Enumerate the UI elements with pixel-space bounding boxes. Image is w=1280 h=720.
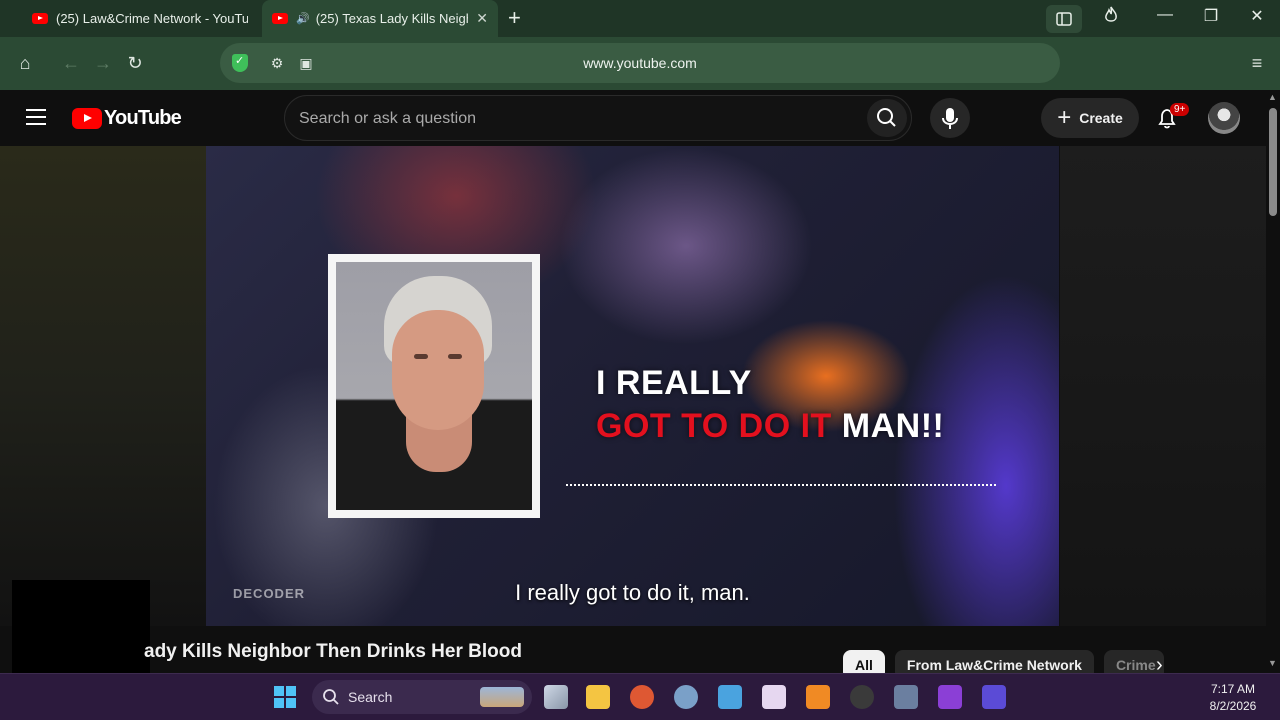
- browser-tab-bar: (25) Law&Crime Network - YouTube 🔊 (25) …: [0, 0, 1280, 37]
- create-button[interactable]: + Create: [1041, 98, 1139, 138]
- youtube-logo-icon: [72, 108, 102, 129]
- scrollbar-thumb[interactable]: [1269, 108, 1277, 216]
- overlay-dotted-line: [566, 484, 996, 486]
- search-input[interactable]: Search or ask a question: [284, 95, 912, 141]
- obs-icon[interactable]: [850, 685, 874, 709]
- flame-icon[interactable]: [1098, 6, 1124, 29]
- address-bar[interactable]: ⚙ ▣ www.youtube.com: [220, 43, 1060, 83]
- youtube-favicon-icon: [32, 13, 48, 24]
- app-icon[interactable]: [982, 685, 1006, 709]
- search-placeholder: Search or ask a question: [299, 110, 476, 127]
- search-highlight-image: [480, 687, 524, 707]
- clock-time: 7:17 AM: [1210, 682, 1256, 696]
- tab-lawcrime[interactable]: (25) Law&Crime Network - YouTube: [22, 0, 258, 37]
- overlay-text-line2: GOT TO DO IT MAN!!: [596, 407, 944, 446]
- url-text: www.youtube.com: [583, 55, 697, 71]
- overlay-red-text: GOT TO DO IT: [596, 407, 832, 445]
- plus-icon: +: [1057, 104, 1072, 131]
- task-view-icon[interactable]: [544, 685, 568, 709]
- guide-menu-icon[interactable]: [26, 109, 46, 125]
- calculator-icon[interactable]: [894, 685, 918, 709]
- search-icon: [877, 108, 896, 127]
- new-tab-icon[interactable]: +: [508, 5, 521, 31]
- page-scrollbar[interactable]: ▲ ▼: [1266, 90, 1280, 673]
- restore-icon[interactable]: ❐: [1198, 6, 1224, 26]
- ambient-glow-right: [1060, 146, 1266, 626]
- sidebar-icon: [1056, 12, 1072, 26]
- minimize-icon[interactable]: —: [1152, 6, 1178, 24]
- search-icon: [323, 689, 339, 705]
- mugshot-image: [328, 254, 540, 518]
- taskbar: Search 7:17 AM 8/2/2026: [0, 673, 1280, 720]
- clipchamp-icon[interactable]: [938, 685, 962, 709]
- notification-badge: 9+: [1170, 103, 1190, 116]
- sidebar-toggle-button[interactable]: [1046, 5, 1082, 33]
- video-player[interactable]: I REALLY GOT TO DO IT MAN!! DECODER I re…: [206, 146, 1059, 626]
- browser-nav-bar: ⌂ ← → ↻ ⚙ ▣ www.youtube.com ≡: [0, 37, 1280, 90]
- create-label: Create: [1079, 110, 1123, 126]
- close-window-icon[interactable]: ✕: [1244, 6, 1270, 26]
- paint-icon[interactable]: [762, 685, 786, 709]
- avatar[interactable]: [1208, 102, 1240, 134]
- taskbar-search-label: Search: [348, 689, 393, 705]
- scroll-down-icon[interactable]: ▼: [1268, 658, 1277, 668]
- forward-icon[interactable]: →: [92, 52, 114, 74]
- scroll-up-icon[interactable]: ▲: [1268, 92, 1277, 102]
- settings-gear-icon[interactable]: [674, 685, 698, 709]
- overlay-text-line1: I REALLY: [596, 364, 752, 402]
- reload-icon[interactable]: ↻: [124, 52, 146, 74]
- audio-playing-icon[interactable]: 🔊: [296, 12, 310, 25]
- tab-title: (25) Texas Lady Kills Neighbor: [315, 11, 469, 26]
- duckduckgo-browser-icon[interactable]: [630, 685, 654, 709]
- tab-title: (25) Law&Crime Network - YouTube: [56, 11, 248, 26]
- microphone-icon: [942, 108, 958, 129]
- fl-studio-icon[interactable]: [806, 685, 830, 709]
- youtube-logo[interactable]: YouTube: [72, 107, 182, 130]
- ambient-glow-left: [0, 146, 206, 626]
- video-caption: I really got to do it, man.: [515, 580, 750, 605]
- windows-start-icon[interactable]: [274, 686, 296, 708]
- youtube-header: YouTube Search or ask a question + Creat…: [0, 90, 1266, 146]
- voice-search-button[interactable]: [930, 98, 970, 138]
- taskbar-clock[interactable]: 7:17 AM 8/2/2026: [1200, 681, 1266, 715]
- taskbar-search[interactable]: Search: [312, 680, 532, 714]
- close-tab-icon[interactable]: ✕: [476, 10, 488, 27]
- menu-icon[interactable]: ≡: [1246, 52, 1268, 74]
- home-icon[interactable]: ⌂: [14, 52, 36, 74]
- search-button[interactable]: [867, 99, 907, 137]
- notepad-icon[interactable]: [718, 685, 742, 709]
- file-explorer-icon[interactable]: [586, 685, 610, 709]
- tab-texas-lady[interactable]: 🔊 (25) Texas Lady Kills Neighbor ✕: [262, 0, 498, 37]
- youtube-logo-text: YouTube: [104, 107, 182, 129]
- watch-page: I REALLY GOT TO DO IT MAN!! DECODER I re…: [0, 146, 1266, 720]
- video-title: ady Kills Neighbor Then Drinks Her Blood: [144, 641, 522, 662]
- youtube-favicon-icon: [272, 13, 288, 24]
- clock-date: 8/2/2026: [1209, 699, 1257, 713]
- back-icon[interactable]: ←: [60, 52, 82, 74]
- overlay-white-text: MAN!!: [841, 407, 945, 445]
